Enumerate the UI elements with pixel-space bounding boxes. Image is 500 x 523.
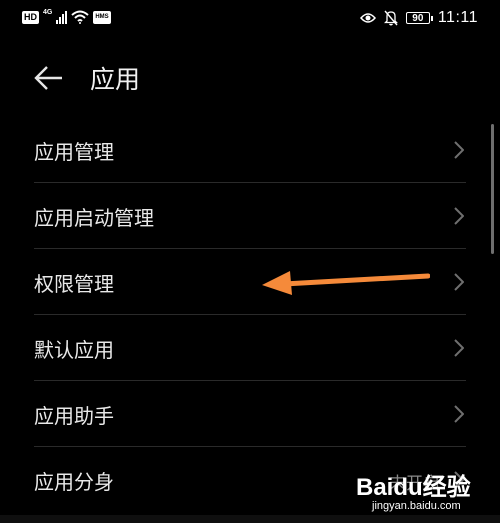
eye-comfort-icon [359, 13, 376, 23]
wifi-icon [71, 10, 90, 24]
chevron-right-icon [454, 141, 464, 159]
menu-item-label: 默认应用 [34, 338, 114, 362]
menu-item-app-management[interactable]: 应用管理 [0, 117, 500, 183]
chevron-right-icon [454, 339, 464, 357]
chevron-right-icon [454, 207, 464, 225]
menu-item-app-assistant[interactable]: 应用助手 [0, 381, 500, 447]
menu-item-label: 应用助手 [34, 404, 114, 428]
clock: 11:11 [437, 9, 478, 26]
network-type: 4G [43, 8, 53, 16]
bottom-edge [0, 515, 500, 523]
arrow-left-icon[interactable] [34, 65, 64, 91]
menu-item-label: 权限管理 [34, 272, 114, 296]
settings-list: 应用管理 应用启动管理 权限管理 默认应用 应用助手 应用分身 未开启 [0, 117, 500, 513]
baidu-watermark: Baidu经验 jingyan.baidu.com [352, 465, 494, 521]
annotation-arrow [262, 271, 430, 295]
status-bar: HD 4G HMS 90 11:11 [0, 0, 500, 36]
status-left: HD 4G HMS [22, 8, 111, 24]
menu-item-default-apps[interactable]: 默认应用 [0, 315, 500, 381]
bell-muted-icon [383, 10, 398, 26]
watermark-logo: Baidu经验 [356, 474, 471, 501]
page-title: 应用 [90, 65, 141, 94]
menu-item-label: 应用管理 [34, 140, 114, 164]
menu-item-app-launch-management[interactable]: 应用启动管理 [0, 183, 500, 249]
chevron-right-icon [454, 273, 464, 291]
menu-item-label: 应用分身 [34, 470, 114, 494]
chevron-right-icon [454, 405, 464, 423]
battery-indicator: 90 [405, 12, 433, 24]
scrollbar[interactable] [491, 124, 494, 254]
status-right: 90 11:11 [359, 9, 478, 27]
sms-badge: HMS [93, 10, 111, 24]
hd-badge: HD [22, 10, 39, 24]
watermark-url: jingyan.baidu.com [372, 500, 461, 512]
signal-icon [56, 10, 68, 24]
menu-item-label: 应用启动管理 [34, 206, 154, 230]
app-bar: 应用 [0, 50, 500, 106]
